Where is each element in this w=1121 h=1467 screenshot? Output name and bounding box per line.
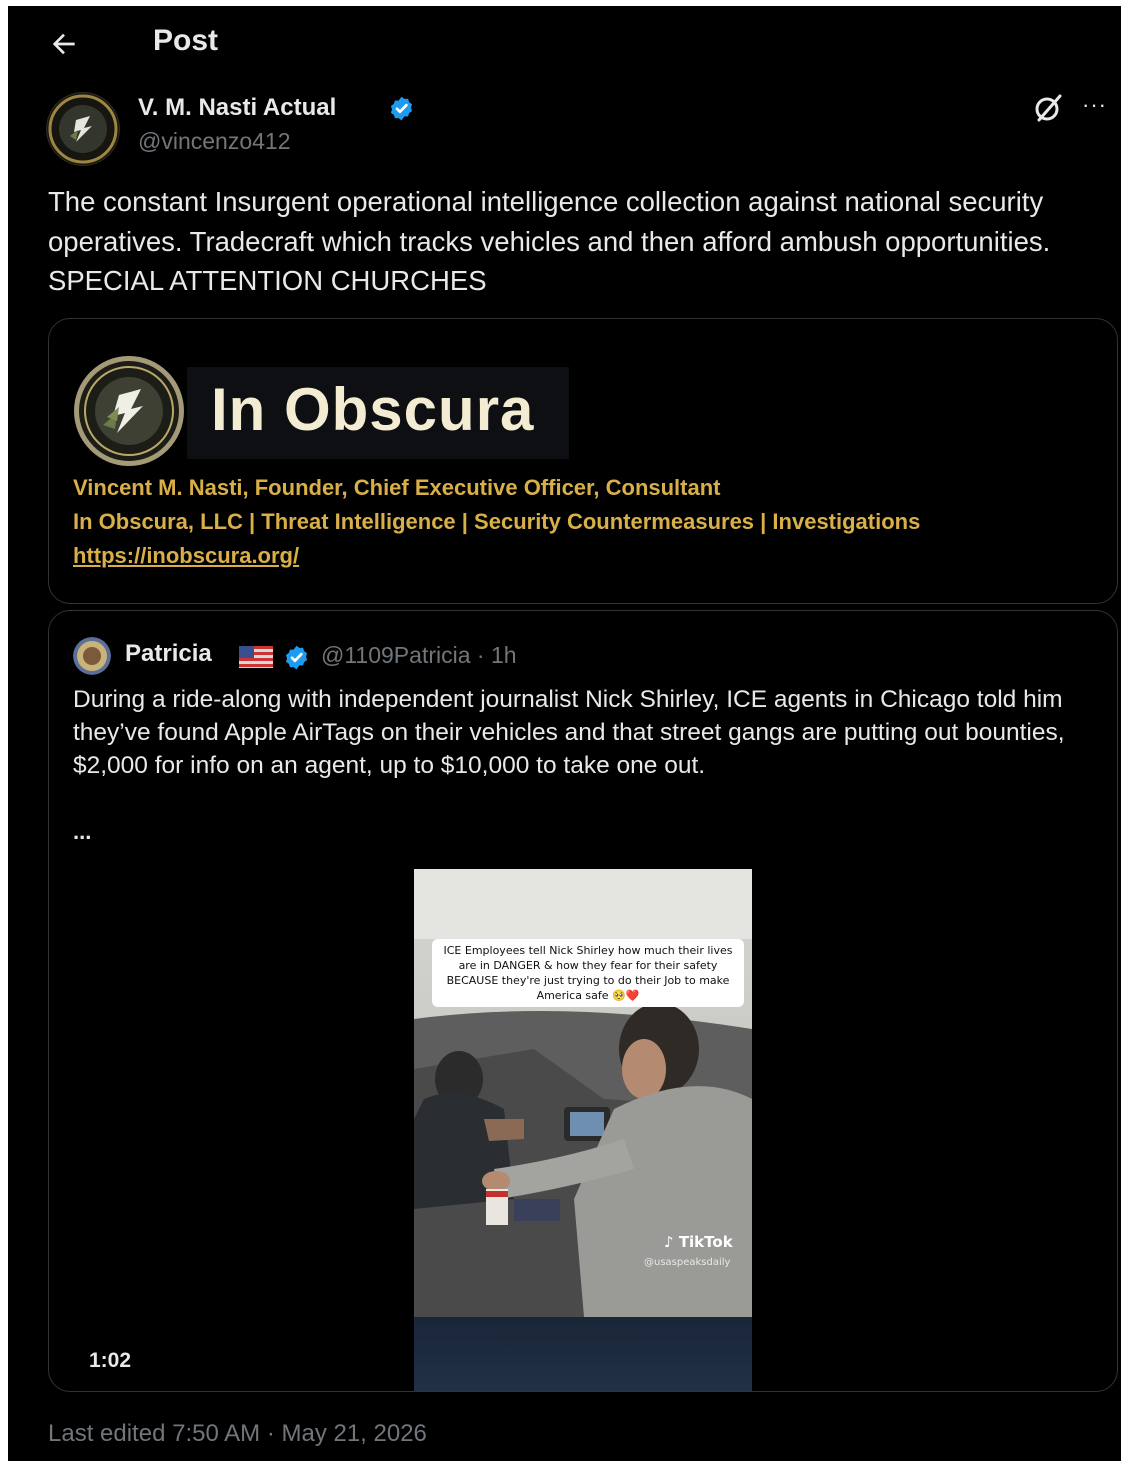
post-page: Post V. M. Nasti Actual @vincenzo412 ···… (8, 6, 1121, 1461)
post-text: The constant Insurgent operational intel… (48, 186, 1051, 296)
page-title: Post (153, 24, 219, 57)
video-caption: ICE Employees tell Nick Shirley how much… (432, 939, 744, 1007)
more-button[interactable]: ··· (1082, 90, 1118, 126)
grok-button[interactable] (1030, 90, 1066, 126)
video-player[interactable]: ICE Employees tell Nick Shirley how much… (414, 869, 752, 1391)
quoted-post[interactable]: Patricia @1109Patricia · 1h During a rid… (48, 610, 1118, 1392)
author-avatar[interactable] (46, 92, 120, 166)
quote-author-name[interactable]: Patricia (125, 640, 212, 668)
back-button[interactable] (48, 26, 88, 62)
quote-time[interactable]: 1h (491, 642, 517, 668)
card-brand: In Obscura (211, 376, 535, 443)
quote-text: During a ride-along with independent jou… (73, 686, 1065, 779)
card-line-founder: Vincent M. Nasti, Founder, Chief Executi… (73, 475, 721, 500)
top-bar: Post (8, 6, 1121, 84)
link-card[interactable]: In Obscura Vincent M. Nasti, Founder, Ch… (48, 318, 1118, 604)
verified-badge-icon (390, 96, 413, 121)
video-bottom-strip (414, 1317, 752, 1391)
card-logo (73, 355, 185, 467)
back-arrow-icon (52, 33, 75, 55)
meta-separator: · (476, 642, 491, 668)
author-handle[interactable]: @vincenzo412 (138, 128, 291, 155)
quote-author-handle[interactable]: @1109Patricia (321, 642, 471, 668)
author-name[interactable]: V. M. Nasti Actual (138, 94, 336, 122)
video-duration: 1:02 (89, 1349, 132, 1372)
tiktok-label: TikTok (678, 1233, 733, 1251)
more-icon: ··· (1082, 92, 1107, 117)
quote-avatar[interactable] (73, 637, 111, 675)
tiktok-watermark: ♪ TikTok (664, 1233, 733, 1251)
quote-meta: @1109Patricia · 1h (321, 642, 517, 669)
quote-verified-badge-icon (285, 645, 308, 670)
post-timestamp[interactable]: Last edited 7:50 AM · May 21, 2026 (48, 1420, 427, 1448)
card-line-company: In Obscura, LLC | Threat Intelligence | … (73, 509, 921, 534)
tiktok-icon: ♪ (664, 1233, 674, 1251)
tiktok-handle: @usaspeaksdaily (644, 1257, 731, 1268)
grok-icon (1035, 94, 1062, 122)
quote-ellipsis: ... (73, 819, 92, 844)
us-flag-icon (239, 646, 273, 668)
card-link[interactable]: https://inobscura.org/ (73, 543, 299, 569)
